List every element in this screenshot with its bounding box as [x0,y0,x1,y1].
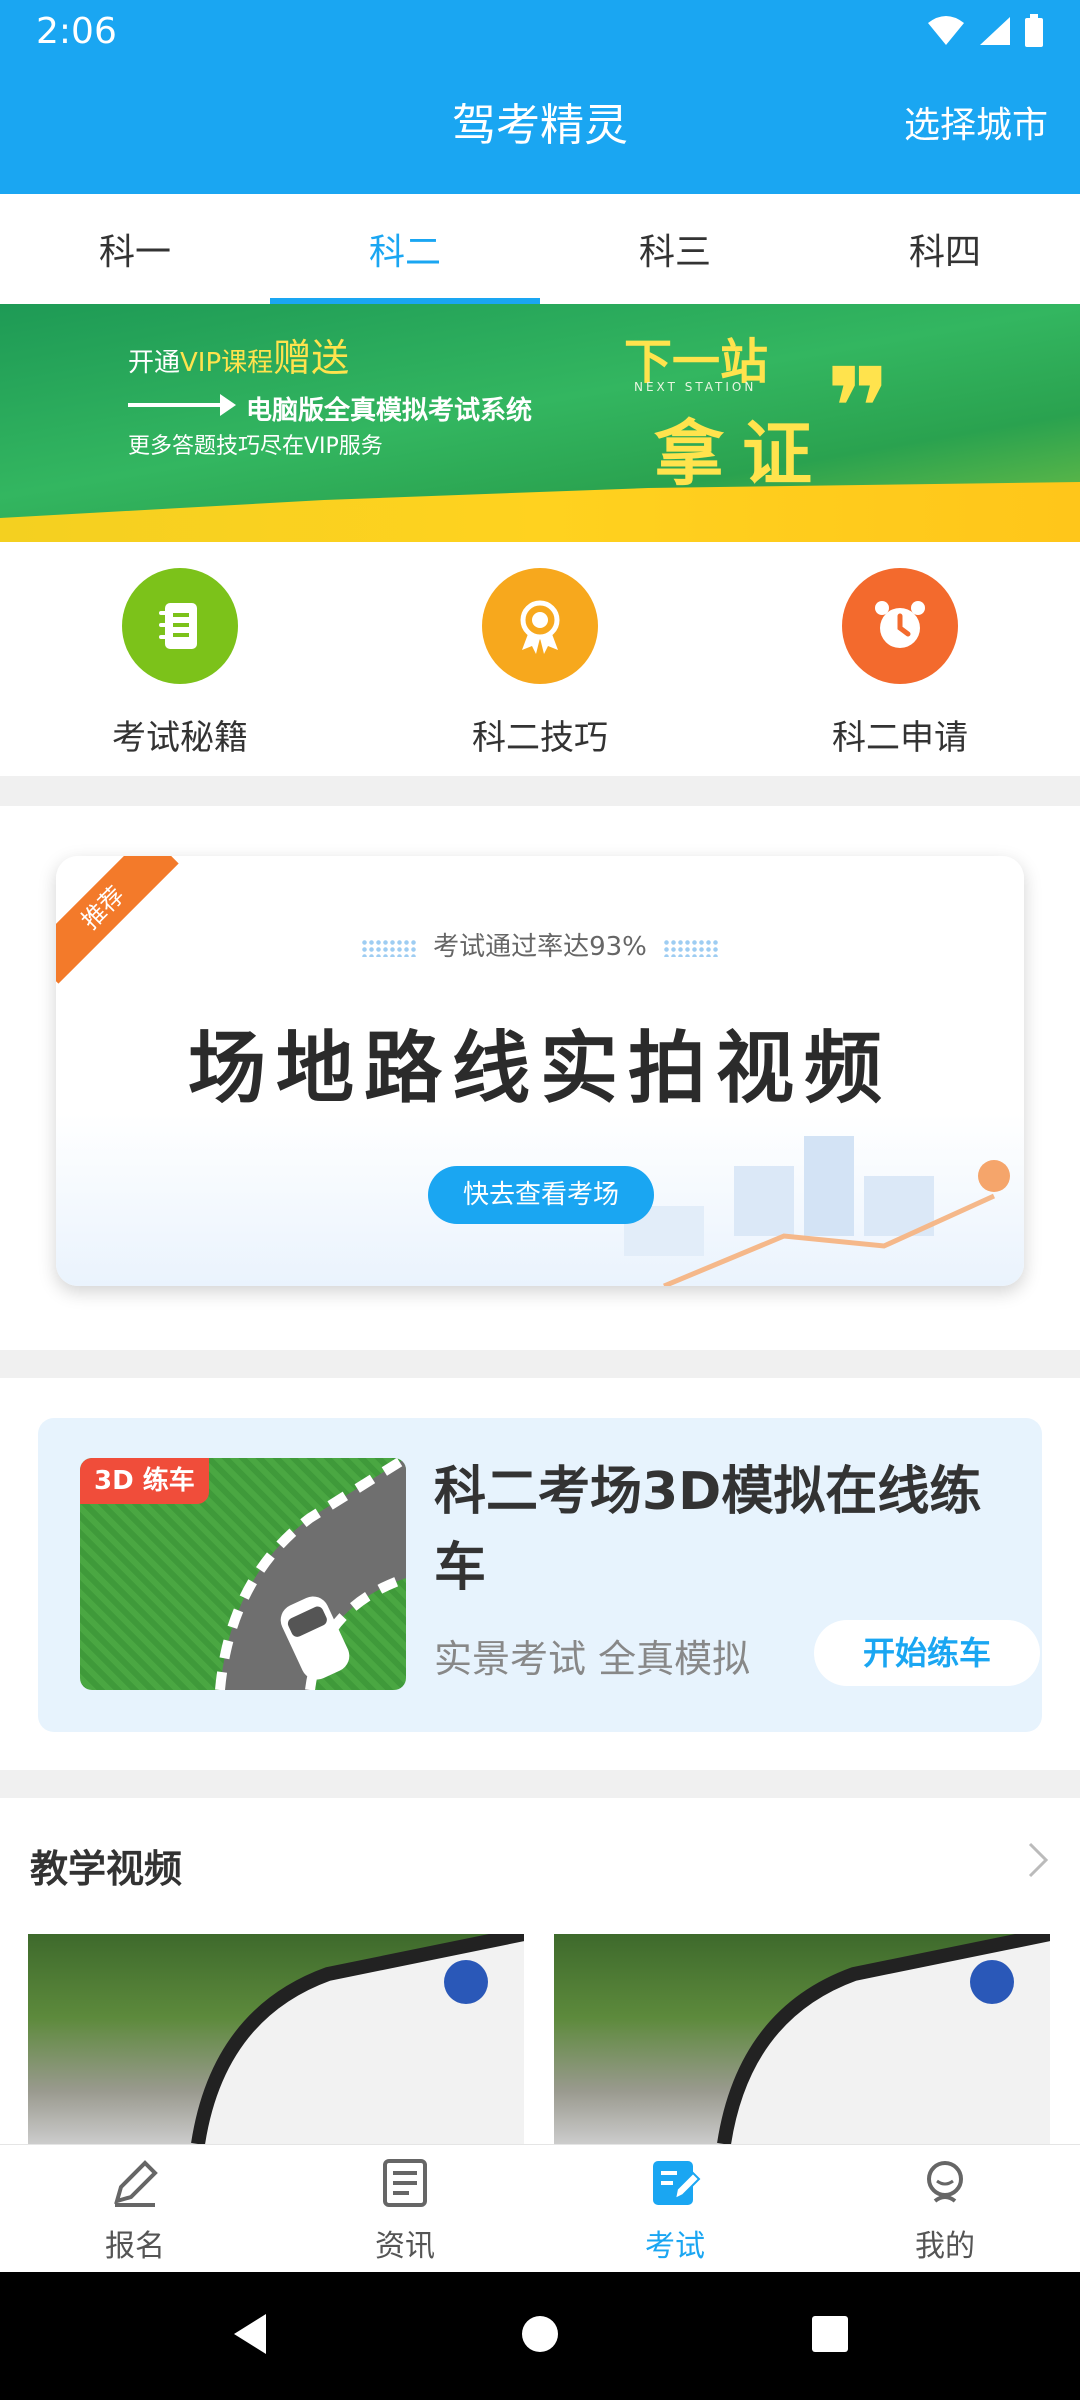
signup-pen-icon [107,2155,163,2215]
nav-exam[interactable]: 考试 [540,2145,810,2272]
arrow-right-icon [128,392,238,425]
app-header: 2:06 驾考精灵 选择城市 [0,0,1080,194]
award-icon [482,568,598,684]
practice-3d-image: 3D 练车 [80,1458,406,1690]
nav-news[interactable]: 资讯 [270,2145,540,2272]
news-icon [377,2155,433,2215]
status-time: 2:06 [36,11,117,52]
nav-label: 报名 [105,2229,165,2264]
notebook-icon [122,568,238,684]
dots-decoration [361,938,418,957]
quick-entry-label: 科二技巧 [472,718,608,758]
start-practice-button[interactable]: 开始练车 [814,1620,1040,1686]
banner-license: 拿证 [654,413,830,495]
section-divider [0,1350,1080,1378]
banner-line2: 电脑版全真模拟考试系统 [128,390,532,427]
tab-subject-3[interactable]: 科三 [540,194,810,304]
quick-entry-label: 科二申请 [832,718,968,758]
nav-label: 我的 [915,2229,975,2264]
video-thumbnail[interactable] [28,1934,524,2144]
tab-subject-2[interactable]: 科二 [270,194,540,304]
bottom-nav: 报名 资讯 考试 我的 [0,2144,1080,2272]
section-divider [0,776,1080,806]
section-divider [0,1770,1080,1798]
banner-next-stop-en: NEXT STATION [634,380,757,394]
alarm-clock-icon [842,568,958,684]
vip-banner[interactable]: 开通VIP课程赠送 电脑版全真模拟考试系统 更多答题技巧尽在VIP服务 下一站 … [0,304,1080,542]
battery-icon [1024,14,1044,52]
quick-entry-skills[interactable]: 科二技巧 [360,542,720,776]
quick-entry-exam-tips[interactable]: 考试秘籍 [0,542,360,776]
exam-icon [647,2155,703,2215]
back-icon[interactable] [230,2312,270,2360]
recommend-card[interactable]: 推荐 考试通过率达93% 场地路线实拍视频 快去查看考场 [56,856,1024,1286]
video-thumbnail[interactable] [554,1934,1050,2144]
profile-icon [917,2155,973,2215]
system-nav-bar [0,2272,1080,2400]
status-icons [926,14,1044,52]
chevron-right-icon[interactable] [1026,1840,1050,1884]
select-city-button[interactable]: 选择城市 [904,102,1048,150]
nav-profile[interactable]: 我的 [810,2145,1080,2272]
recommend-ribbon: 推荐 [56,856,179,984]
dots-decoration [662,938,719,957]
recents-icon[interactable] [810,2314,850,2358]
nav-label: 资讯 [375,2229,435,2264]
nav-signup[interactable]: 报名 [0,2145,270,2272]
banner-line3: 更多答题技巧尽在VIP服务 [128,434,383,459]
subject-tabs: 科一 科二 科三 科四 [0,194,1080,304]
practice-3d-card[interactable]: 3D 练车 科二考场3D模拟在线练车 实景考试 全真模拟 开始练车 [38,1418,1042,1732]
teaching-videos-header[interactable]: 教学视频 [0,1798,1080,1930]
signal-icon [978,15,1012,51]
banner-line1: 开通VIP课程赠送 [128,336,350,380]
quick-entries: 考试秘籍 科二技巧 科二申请 [0,542,1080,776]
3d-practice-badge: 3D 练车 [80,1458,209,1504]
tab-subject-4[interactable]: 科四 [810,194,1080,304]
home-icon[interactable] [520,2314,560,2358]
quote-mark-icon: ❞ [826,344,891,472]
nav-label: 考试 [645,2229,705,2264]
tab-subject-1[interactable]: 科一 [0,194,270,304]
banner-yellow-stripe [0,482,1080,542]
section-title: 教学视频 [30,1847,183,1891]
view-exam-site-button[interactable]: 快去查看考场 [428,1166,654,1224]
wifi-icon [926,15,966,51]
quick-entry-apply[interactable]: 科二申请 [720,542,1080,776]
practice-3d-title: 科二考场3D模拟在线练车 [434,1462,982,1598]
practice-3d-subtitle: 实景考试 全真模拟 [434,1637,751,1681]
quick-entry-label: 考试秘籍 [112,718,248,758]
recommend-subtitle: 考试通过率达93% [56,926,1024,963]
